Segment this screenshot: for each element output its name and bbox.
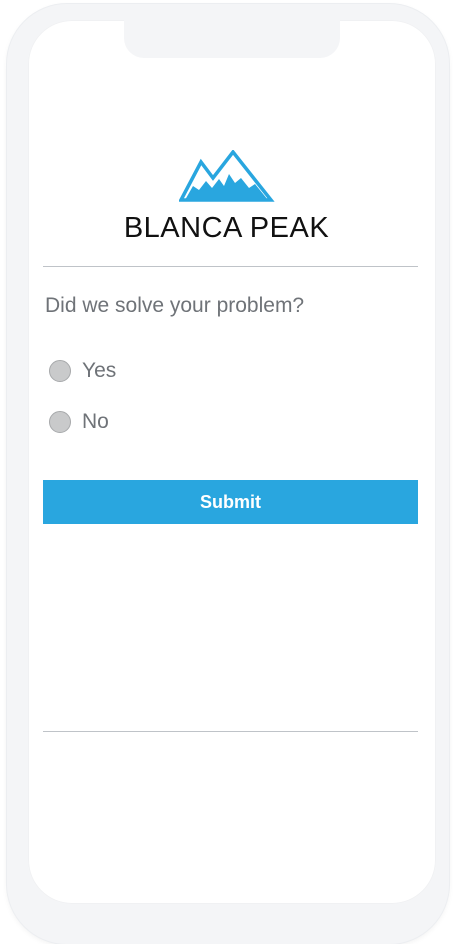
option-no[interactable]: No bbox=[49, 407, 109, 437]
mountain-logo-icon bbox=[178, 150, 275, 202]
bottom-divider bbox=[43, 731, 418, 732]
brand-name: BLANCA PEAK bbox=[123, 212, 330, 244]
option-yes-label: Yes bbox=[82, 359, 117, 382]
option-yes[interactable]: Yes bbox=[49, 356, 116, 386]
radio-yes[interactable] bbox=[49, 360, 71, 382]
radio-no[interactable] bbox=[49, 411, 71, 433]
survey-question: Did we solve your problem? bbox=[45, 294, 305, 317]
phone-notch bbox=[124, 20, 340, 58]
top-divider bbox=[43, 266, 418, 267]
brand-logo: BLANCA PEAK bbox=[0, 150, 453, 245]
submit-button[interactable]: Submit bbox=[43, 480, 418, 524]
option-no-label: No bbox=[82, 410, 109, 433]
